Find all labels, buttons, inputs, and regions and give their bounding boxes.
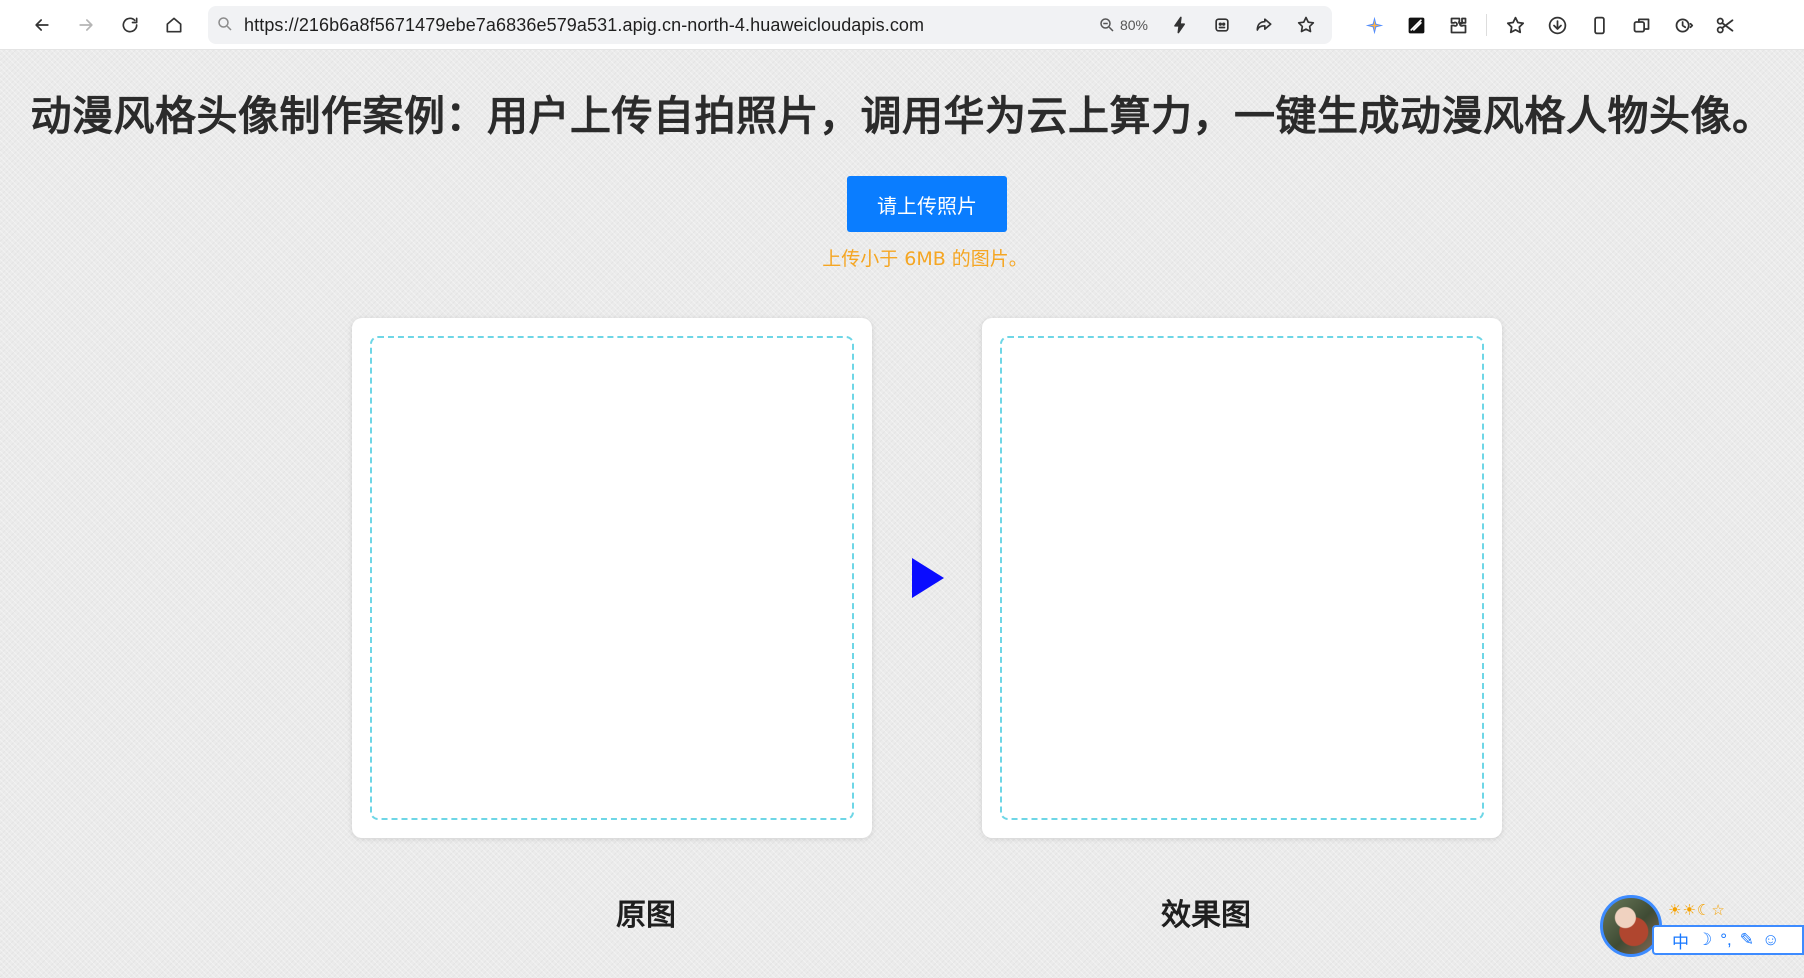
share-icon[interactable] [1246,7,1282,43]
wrench-icon[interactable]: ✎ [1740,930,1754,950]
original-image-dropzone[interactable] [370,336,854,820]
punctuation-icon[interactable]: °, [1720,930,1732,950]
lightning-icon[interactable] [1162,7,1198,43]
tabs-icon[interactable] [1623,7,1659,43]
page-content: 动漫风格头像制作案例：用户上传自拍照片，调用华为云上算力，一键生成动漫风格人物头… [0,50,1804,978]
nav-buttons [22,5,194,45]
screenshot-icon[interactable] [1707,7,1743,43]
result-image-card [982,318,1502,838]
download-icon[interactable] [1539,7,1575,43]
ime-toolbar[interactable]: 中 ☽ °, ✎ ☺ [1652,925,1804,955]
play-arrow-icon [912,558,944,598]
favorite-star-icon[interactable] [1288,7,1324,43]
result-image-area [1000,336,1484,820]
smiley-icon[interactable]: ☺ [1762,930,1779,950]
reader-icon[interactable] [1204,7,1240,43]
page-title: 动漫风格头像制作案例：用户上传自拍照片，调用华为云上算力，一键生成动漫风格人物头… [30,92,1774,140]
address-bar[interactable]: https://216b6a8f5671479ebe7a6836e579a531… [208,6,1332,44]
back-icon[interactable] [22,5,62,45]
history-icon[interactable] [1665,7,1701,43]
weather-status-icons: ☀☀☾☆ [1668,902,1726,919]
zoom-indicator[interactable]: 80% [1098,16,1148,34]
extension-toolbar [1356,5,1743,45]
ime-chinese-mode[interactable]: 中 [1672,928,1689,953]
zoom-out-icon [1100,18,1114,32]
reload-icon[interactable] [110,5,150,45]
home-icon[interactable] [154,5,194,45]
address-actions: 80% [1098,6,1324,44]
moon-icon[interactable]: ☽ [1697,930,1712,950]
search-icon [216,15,236,35]
upload-photo-button[interactable]: 请上传照片 [847,176,1007,232]
forward-icon[interactable] [66,5,106,45]
extension-icon[interactable] [1398,7,1434,43]
original-caption: 原图 [616,898,676,933]
puzzle-icon[interactable] [1440,7,1476,43]
bookmarks-icon[interactable] [1497,7,1533,43]
original-image-card [352,318,872,838]
zoom-level: 80% [1119,17,1148,33]
floating-ime-widget[interactable]: ☀☀☾☆ 中 ☽ °, ✎ ☺ [1600,895,1804,961]
url-text[interactable]: https://216b6a8f5671479ebe7a6836e579a531… [244,15,924,36]
mobile-icon[interactable] [1581,7,1617,43]
result-caption: 效果图 [1161,898,1251,933]
upload-hint: 上传小于 6MB 的图片。 [822,248,1028,270]
browser-toolbar: https://216b6a8f5671479ebe7a6836e579a531… [0,0,1804,50]
ai-assistant-icon[interactable] [1356,7,1392,43]
toolbar-divider [1486,14,1487,36]
